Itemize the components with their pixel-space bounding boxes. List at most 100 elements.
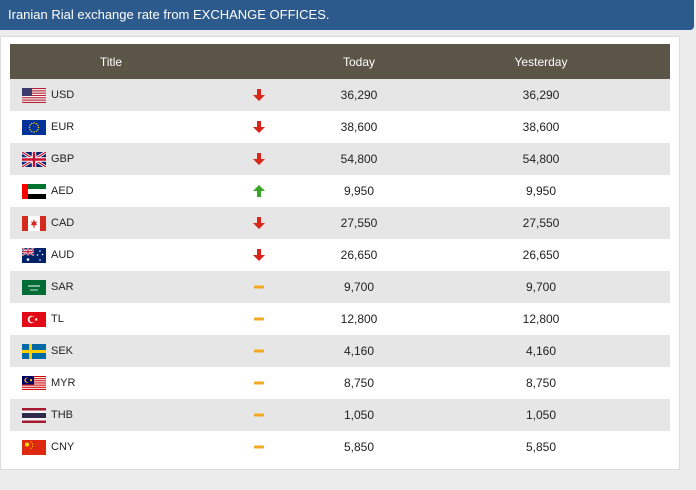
today-rate: 9,700 (306, 271, 412, 303)
column-header-title: Title (10, 44, 212, 79)
yesterday-rate: 9,950 (412, 175, 670, 207)
dash-icon (252, 280, 266, 294)
page-title: Iranian Rial exchange rate from EXCHANGE… (8, 7, 330, 22)
trend-cell (212, 399, 306, 431)
currency-cell: USD (10, 79, 212, 111)
flag-gb-icon (21, 150, 47, 168)
flag-eu-icon (22, 119, 46, 135)
dash-icon (252, 344, 266, 358)
flag-cn-icon (22, 439, 46, 455)
table-row: CAD 27,550 27,550 (10, 207, 670, 239)
trend-cell (212, 207, 306, 239)
table-row: AED 9,950 9,950 (10, 175, 670, 207)
flag-my-icon (22, 375, 46, 391)
today-rate: 8,750 (306, 367, 412, 399)
currency-code: AUD (51, 249, 75, 261)
column-header-trend (212, 44, 306, 79)
table-row: THB 1,050 1,050 (10, 399, 670, 431)
dash-icon (252, 440, 266, 454)
flag-us-icon (22, 87, 46, 103)
arrow-down-icon (252, 88, 266, 102)
flag-ae-icon (22, 183, 46, 199)
today-rate: 26,650 (306, 239, 412, 271)
yesterday-rate: 12,800 (412, 303, 670, 335)
trend-cell (212, 431, 306, 463)
trend-cell (212, 367, 306, 399)
currency-code: SEK (51, 345, 74, 357)
rates-table: Title Today Yesterday USD 36,290 36,290 EUR… (10, 44, 670, 463)
currency-cell: CAD (10, 207, 212, 239)
currency-code: CAD (51, 217, 75, 229)
currency-code: USD (51, 89, 75, 101)
table-row: SEK 4,160 4,160 (10, 335, 670, 367)
table-row: EUR 38,600 38,600 (10, 111, 670, 143)
trend-cell (212, 79, 306, 111)
currency-code: GBP (51, 153, 75, 165)
table-row: MYR 8,750 8,750 (10, 367, 670, 399)
yesterday-rate: 54,800 (412, 143, 670, 175)
table-row: CNY 5,850 5,850 (10, 431, 670, 463)
dash-icon (252, 408, 266, 422)
currency-cell: MYR (10, 367, 212, 399)
today-rate: 27,550 (306, 207, 412, 239)
currency-cell: SAR (10, 271, 212, 303)
currency-cell: SEK (10, 335, 212, 367)
flag-ca-icon (22, 215, 46, 231)
today-rate: 1,050 (306, 399, 412, 431)
trend-cell (212, 271, 306, 303)
page-title-bar: Iranian Rial exchange rate from EXCHANGE… (0, 0, 694, 30)
today-rate: 38,600 (306, 111, 412, 143)
yesterday-rate: 27,550 (412, 207, 670, 239)
trend-cell (212, 335, 306, 367)
trend-cell (212, 111, 306, 143)
currency-cell: THB (10, 399, 212, 431)
yesterday-rate: 5,850 (412, 431, 670, 463)
currency-code: SAR (51, 281, 74, 293)
column-header-yesterday: Yesterday (412, 44, 670, 79)
currency-code: TL (51, 313, 64, 325)
trend-cell (212, 303, 306, 335)
table-row: USD 36,290 36,290 (10, 79, 670, 111)
today-rate: 12,800 (306, 303, 412, 335)
flag-th-icon (22, 407, 46, 423)
trend-cell (212, 143, 306, 175)
table-row: TL 12,800 12,800 (10, 303, 670, 335)
currency-code: MYR (51, 377, 76, 389)
flag-au-icon (21, 246, 46, 263)
dash-icon (252, 312, 266, 326)
flag-se-icon (22, 343, 46, 359)
currency-code: AED (51, 185, 74, 197)
currency-code: THB (51, 409, 73, 421)
yesterday-rate: 1,050 (412, 399, 670, 431)
arrow-down-icon (252, 120, 266, 134)
yesterday-rate: 26,650 (412, 239, 670, 271)
yesterday-rate: 9,700 (412, 271, 670, 303)
dash-icon (252, 376, 266, 390)
yesterday-rate: 38,600 (412, 111, 670, 143)
rates-panel: Title Today Yesterday USD 36,290 36,290 EUR… (0, 36, 680, 470)
currency-cell: AED (10, 175, 212, 207)
arrow-down-icon (252, 248, 266, 262)
flag-tr-icon (22, 311, 46, 327)
today-rate: 36,290 (306, 79, 412, 111)
currency-cell: GBP (10, 143, 212, 175)
table-row: AUD 26,650 26,650 (10, 239, 670, 271)
column-header-today: Today (306, 44, 412, 79)
trend-cell (212, 175, 306, 207)
yesterday-rate: 4,160 (412, 335, 670, 367)
yesterday-rate: 36,290 (412, 79, 670, 111)
today-rate: 54,800 (306, 143, 412, 175)
currency-cell: TL (10, 303, 212, 335)
arrow-down-icon (252, 216, 266, 230)
arrow-down-icon (252, 152, 266, 166)
table-row: SAR 9,700 9,700 (10, 271, 670, 303)
currency-code: EUR (51, 121, 75, 133)
today-rate: 4,160 (306, 335, 412, 367)
arrow-up-icon (252, 184, 266, 198)
today-rate: 5,850 (306, 431, 412, 463)
currency-code: CNY (51, 441, 75, 453)
currency-cell: CNY (10, 431, 212, 463)
today-rate: 9,950 (306, 175, 412, 207)
table-row: GBP 54,800 54,800 (10, 143, 670, 175)
yesterday-rate: 8,750 (412, 367, 670, 399)
